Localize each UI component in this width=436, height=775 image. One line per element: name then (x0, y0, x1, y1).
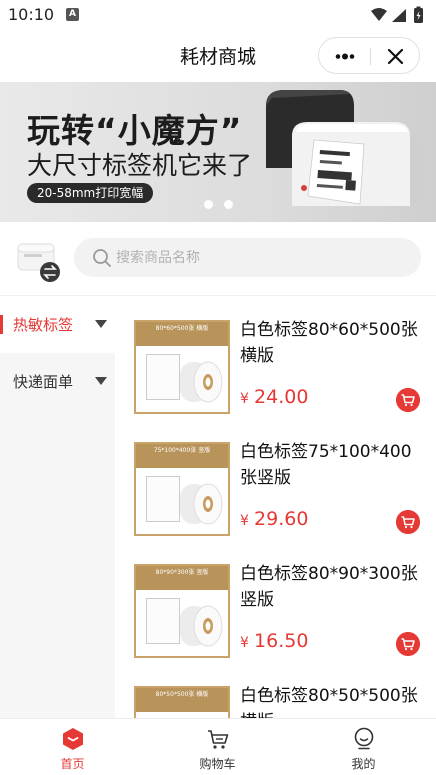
price-value: 24.00 (254, 386, 309, 408)
category-item-waybills[interactable]: 快递面单 (0, 353, 115, 410)
search-icon (93, 249, 111, 267)
product-name: 白色标签75*100*400张竖版 (240, 442, 412, 488)
thumb-caption: 80*90*300张 竖版 (155, 569, 209, 576)
signal-icon (392, 9, 406, 22)
chevron-down-icon (95, 377, 107, 385)
close-button[interactable] (371, 38, 420, 75)
tab-label: 购物车 (199, 757, 236, 771)
label-roll-image (180, 605, 223, 647)
category-item-thermal-labels[interactable]: 热敏标签 (0, 296, 115, 353)
home-cube-icon (63, 728, 83, 750)
label-sheet-image (146, 354, 180, 400)
promo-banner[interactable]: 玩转“小魔方” 大尺寸标签机它来了 20-58mm打印宽幅 (0, 82, 436, 222)
product-price: ¥ 24.00 (240, 386, 308, 408)
status-bar: 10:10 A (0, 0, 436, 30)
mini-program-capsule (318, 37, 420, 74)
label-roll-image (180, 361, 223, 403)
thumb-caption: 80*50*500张 横版 (155, 691, 209, 698)
product-card[interactable]: 80*90*300张 竖版 白色标签80*90*300张竖版 ¥ 16.50 (115, 540, 436, 662)
tab-label: 首页 (60, 757, 85, 771)
wifi-icon (371, 8, 387, 21)
product-image: 80*50*500张 横版 (134, 686, 230, 718)
tab-cart[interactable]: 购物车 (145, 719, 290, 775)
active-indicator (0, 315, 3, 334)
tab-home[interactable]: 首页 (0, 719, 145, 775)
profile-icon (354, 727, 374, 750)
product-image: 75*100*400张 竖版 (134, 442, 230, 536)
product-card[interactable]: 75*100*400张 竖版 白色标签75*100*400张竖版 ¥ 29.60 (115, 418, 436, 540)
tab-label: 我的 (351, 757, 376, 771)
thumb-caption: 80*60*500张 横版 (155, 325, 209, 332)
tab-profile[interactable]: 我的 (291, 719, 436, 775)
label-roll-image (180, 483, 223, 525)
tab-bar: 首页 购物车 我的 (0, 718, 436, 775)
category-label: 热敏标签 (13, 316, 74, 334)
more-button[interactable] (319, 38, 370, 75)
screen: 10:10 A 耗材商城 玩转“小魔方” 大尺寸标签机它来了 20-58mm打印… (0, 0, 436, 775)
product-list[interactable]: 80*60*500张 横版 白色标签80*60*500张横版 ¥ 24.00 7… (115, 296, 436, 718)
add-to-cart-button[interactable] (396, 632, 420, 656)
product-name: 白色标签80*50*500张横版 (240, 686, 418, 718)
product-card[interactable]: 80*60*500张 横版 白色标签80*60*500张横版 ¥ 24.00 (115, 296, 436, 418)
add-to-cart-button[interactable] (396, 510, 420, 534)
add-to-cart-button[interactable] (396, 388, 420, 412)
title-bar: 耗材商城 (0, 30, 436, 80)
product-price: ¥ 29.60 (240, 508, 308, 530)
device-switch-button[interactable] (16, 238, 64, 282)
banner-headline: 玩转“小魔方” (27, 111, 243, 150)
more-dots-icon (335, 53, 355, 60)
product-name: 白色标签80*60*500张横版 (240, 320, 418, 366)
status-icons (371, 6, 423, 23)
search-box[interactable] (74, 238, 421, 277)
status-time: 10:10 (8, 5, 55, 24)
price-value: 29.60 (254, 508, 309, 530)
currency-symbol: ¥ (240, 391, 249, 407)
label-sheet-image (146, 476, 180, 522)
thumb-caption: 75*100*400张 竖版 (153, 447, 211, 454)
product-name: 白色标签80*90*300张竖版 (240, 564, 418, 610)
cart-icon (208, 730, 229, 749)
currency-symbol: ¥ (240, 513, 249, 529)
search-row (0, 232, 436, 288)
label-sheet-image (146, 598, 180, 644)
label-printer-image (266, 90, 422, 206)
banner-dot-active[interactable] (224, 200, 233, 209)
banner-tag: 20-58mm打印宽幅 (27, 183, 154, 203)
price-value: 16.50 (254, 630, 309, 652)
product-card[interactable]: 80*50*500张 横版 白色标签80*50*500张横版 (115, 662, 436, 718)
notification-icon: A (66, 8, 79, 21)
close-icon (387, 48, 404, 65)
chevron-down-icon (95, 320, 107, 328)
product-price: ¥ 16.50 (240, 630, 308, 652)
currency-symbol: ¥ (240, 635, 249, 651)
product-image: 80*60*500张 横版 (134, 320, 230, 414)
product-image: 80*90*300张 竖版 (134, 564, 230, 658)
search-input[interactable] (116, 238, 406, 277)
banner-subline: 大尺寸标签机它来了 (27, 151, 253, 180)
banner-dot[interactable] (204, 200, 213, 209)
category-label: 快递面单 (13, 373, 74, 391)
category-sidebar: 热敏标签 快递面单 (0, 296, 115, 718)
